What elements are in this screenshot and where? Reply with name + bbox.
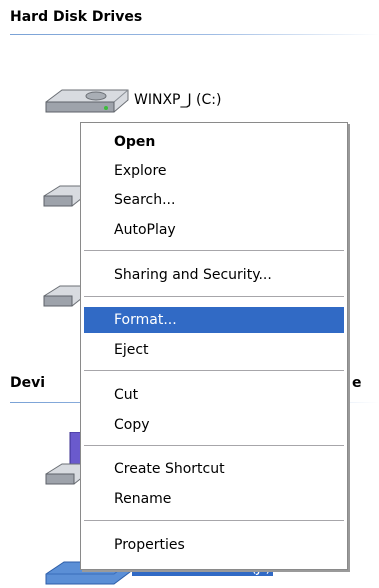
- menu-item-sharing-and-security[interactable]: Sharing and Security...: [84, 262, 344, 288]
- menu-item-search[interactable]: Search...: [84, 187, 344, 213]
- hard-disk-drives-rule: [10, 34, 379, 35]
- floppy-drive-item[interactable]: [44, 431, 85, 496]
- hard-drive-icon: [45, 89, 129, 113]
- drive-c-item[interactable]: WINXP_J (C:): [42, 82, 262, 122]
- floppy-drive-icon: [45, 431, 85, 485]
- menu-separator: [84, 520, 344, 521]
- removable-devices-header-right: e: [352, 375, 362, 391]
- hard-drive-icon: [43, 285, 83, 307]
- menu-item-cut[interactable]: Cut: [84, 382, 344, 408]
- drive-c-label[interactable]: WINXP_J (C:): [134, 92, 221, 108]
- hard-drive-icon: [43, 185, 83, 207]
- drive-e-item[interactable]: [42, 280, 83, 316]
- drive-d-item[interactable]: [42, 180, 83, 216]
- menu-item-open[interactable]: Open: [84, 129, 344, 155]
- menu-separator: [84, 445, 344, 446]
- menu-item-explore[interactable]: Explore: [84, 158, 344, 184]
- menu-item-create-shortcut[interactable]: Create Shortcut: [84, 456, 344, 482]
- menu-item-autoplay[interactable]: AutoPlay: [84, 217, 344, 243]
- menu-item-format[interactable]: Format...: [84, 307, 344, 333]
- menu-item-copy[interactable]: Copy: [84, 412, 344, 438]
- hard-disk-drives-header: Hard Disk Drives: [10, 9, 143, 25]
- menu-item-rename[interactable]: Rename: [84, 486, 344, 512]
- menu-separator: [84, 250, 344, 251]
- menu-item-eject[interactable]: Eject: [84, 337, 344, 363]
- menu-separator: [84, 370, 344, 371]
- menu-item-properties[interactable]: Properties: [84, 532, 344, 558]
- removable-devices-header-left: Devi: [10, 375, 46, 391]
- menu-separator: [84, 296, 344, 297]
- context-menu: Open Explore Search... AutoPlay Sharing …: [80, 122, 348, 570]
